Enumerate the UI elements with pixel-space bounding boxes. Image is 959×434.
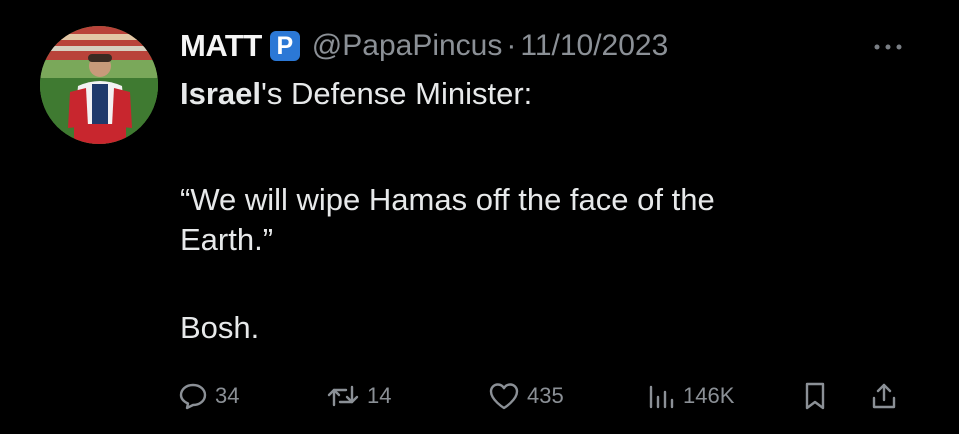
analytics-icon [649, 385, 674, 409]
mention-israel: Israel [180, 76, 262, 111]
more-options-icon[interactable] [872, 32, 904, 58]
retweet-count: 14 [367, 383, 392, 408]
share-icon [872, 383, 896, 409]
tweet-header: MATT P @PapaPincus · 11/10/2023 [180, 26, 668, 66]
views-button[interactable]: 146K [646, 376, 734, 416]
action-bar: 34 14 435 146K [178, 376, 918, 416]
reply-icon [179, 383, 207, 410]
heart-icon [489, 383, 519, 410]
like-count: 435 [527, 383, 564, 408]
tweet-line-1-rest: 's Defense Minister: [261, 76, 533, 111]
like-button[interactable]: 435 [488, 376, 564, 416]
share-button[interactable] [870, 376, 898, 416]
tweet-line-1: Israel's Defense Minister: [180, 74, 900, 114]
reply-button[interactable]: 34 [178, 376, 239, 416]
display-name[interactable]: MATT [180, 28, 262, 64]
profile-badge: P [269, 31, 300, 61]
tweet-date[interactable]: 11/10/2023 [520, 29, 668, 63]
reply-count: 34 [215, 383, 240, 408]
retweet-icon [327, 385, 359, 407]
quote-line-2: Earth.” [180, 222, 274, 257]
tweet-body: Israel's Defense Minister: “We will wipe… [180, 74, 900, 348]
closing-text: Bosh. [180, 310, 260, 345]
separator-dot: · [506, 29, 517, 62]
tweet-card: MATT P @PapaPincus · 11/10/2023 Israel's… [0, 0, 959, 434]
avatar[interactable] [40, 26, 158, 144]
views-count: 146K [683, 383, 735, 408]
quote-line-1: “We will wipe Hamas off the face of the [180, 182, 715, 217]
bookmark-button[interactable] [802, 376, 828, 416]
user-handle[interactable]: @PapaPincus [312, 29, 503, 63]
user-avatar-photo [40, 26, 158, 144]
bookmark-icon [805, 382, 825, 410]
retweet-button[interactable]: 14 [326, 376, 391, 416]
